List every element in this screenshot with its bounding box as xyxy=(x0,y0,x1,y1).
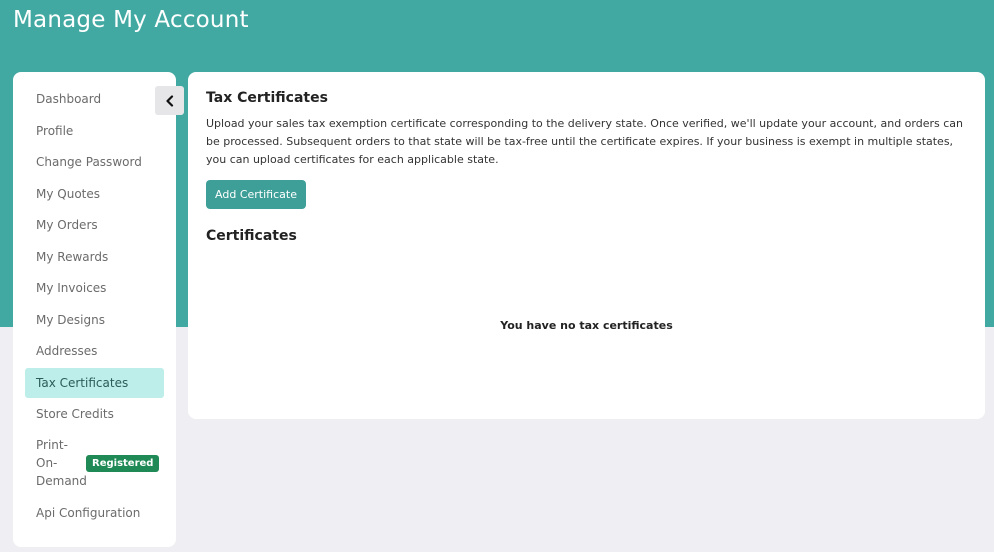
sidebar-item-my-orders[interactable]: My Orders xyxy=(25,210,164,240)
sidebar-item-change-password[interactable]: Change Password xyxy=(25,147,164,177)
sidebar-item-my-rewards[interactable]: My Rewards xyxy=(25,242,164,272)
sidebar-item-dashboard[interactable]: Dashboard xyxy=(25,84,164,114)
sidebar-item-profile[interactable]: Profile xyxy=(25,116,164,146)
sidebar-item-my-designs[interactable]: My Designs xyxy=(25,305,164,335)
sidebar-collapse-button[interactable] xyxy=(155,86,184,115)
section-title: Tax Certificates xyxy=(206,90,328,106)
empty-state-message: You have no tax certificates xyxy=(500,319,673,332)
sidebar-item-label: Tax Certificates xyxy=(36,376,129,390)
page-title: Manage My Account xyxy=(13,7,249,33)
sidebar-item-label: Api Configuration xyxy=(36,506,141,520)
sidebar-item-label: My Invoices xyxy=(36,281,107,295)
sidebar-item-store-credits[interactable]: Store Credits xyxy=(25,399,164,429)
certificates-heading: Certificates xyxy=(206,228,297,244)
sidebar-item-tax-certificates[interactable]: Tax Certificates xyxy=(25,368,164,398)
sidebar-item-label: My Rewards xyxy=(36,250,109,264)
sidebar-item-label: Profile xyxy=(36,124,74,138)
sidebar-item-label: My Designs xyxy=(36,313,105,327)
sidebar: Dashboard Profile Change Password My Quo… xyxy=(13,72,176,547)
sidebar-item-print-on-demand[interactable]: Print-On-Demand xyxy=(36,436,87,490)
sidebar-item-label: Store Credits xyxy=(36,407,114,421)
tax-certificates-panel: Tax Certificates Upload your sales tax e… xyxy=(188,72,985,419)
sidebar-item-label: My Orders xyxy=(36,218,98,232)
registered-badge: Registered xyxy=(86,455,160,472)
chevron-left-icon xyxy=(165,94,173,107)
add-certificate-button[interactable]: Add Certificate xyxy=(206,180,306,209)
sidebar-item-label: Change Password xyxy=(36,155,142,169)
sidebar-item-api-configuration[interactable]: Api Configuration xyxy=(25,498,164,528)
sidebar-item-label: My Quotes xyxy=(36,187,101,201)
sidebar-item-my-invoices[interactable]: My Invoices xyxy=(25,273,164,303)
sidebar-item-label: Dashboard xyxy=(36,92,102,106)
section-description: Upload your sales tax exemption certific… xyxy=(206,117,963,166)
sidebar-item-label: Addresses xyxy=(36,344,98,358)
sidebar-item-my-quotes[interactable]: My Quotes xyxy=(25,179,164,209)
sidebar-item-addresses[interactable]: Addresses xyxy=(25,336,164,366)
